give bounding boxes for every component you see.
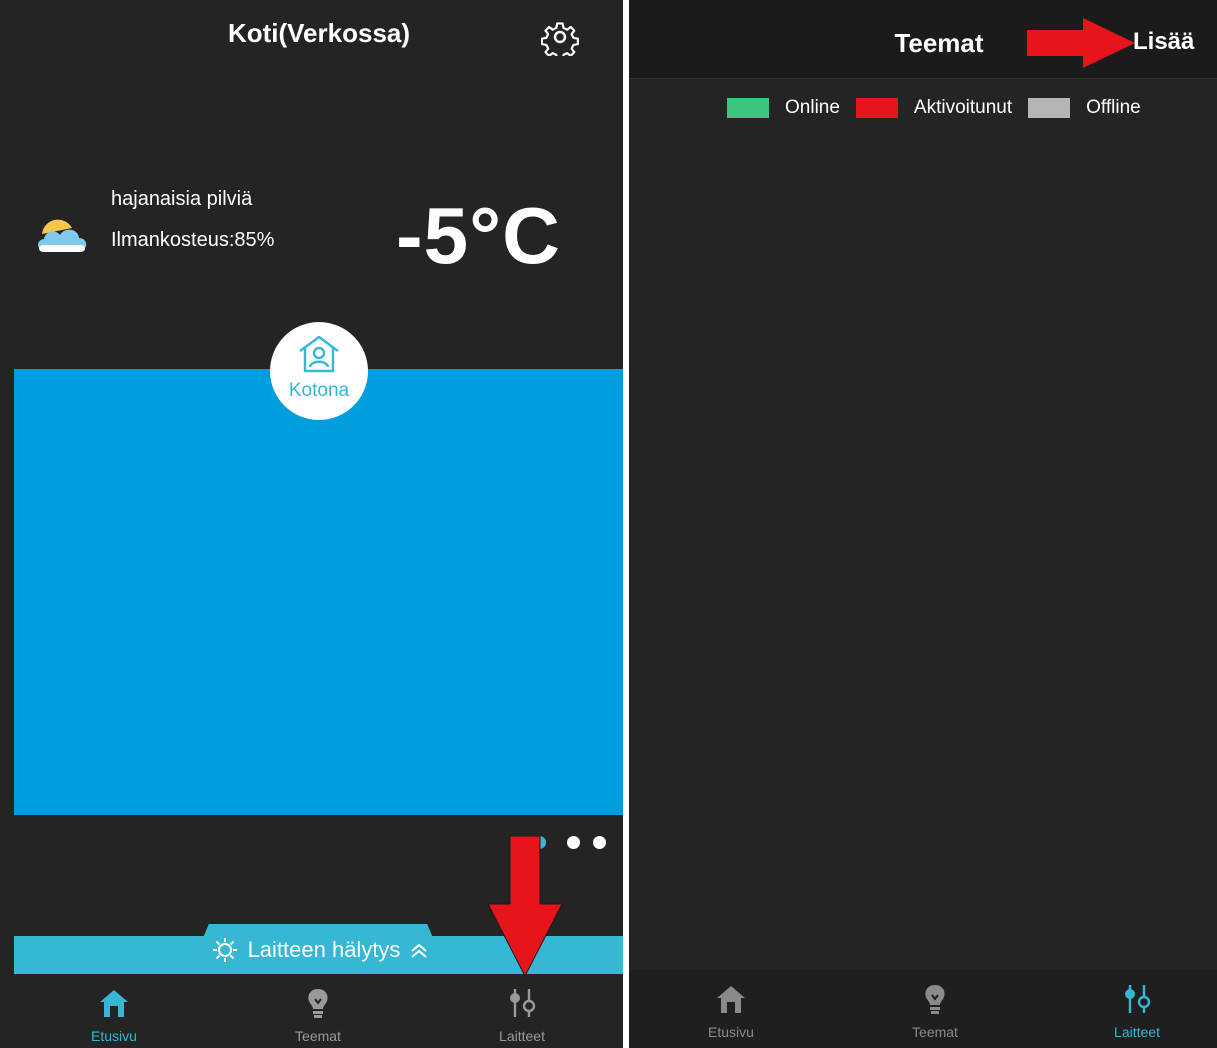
temperature: -5°C xyxy=(396,191,561,280)
nav-item-home[interactable]: Etusivu xyxy=(44,980,184,1044)
carousel-dot[interactable] xyxy=(593,836,606,849)
partly-cloudy-icon xyxy=(38,219,87,252)
lightbulb-icon xyxy=(308,989,328,1018)
themes-screen: Teemat Lisää Online Aktivoitunut Offline… xyxy=(629,0,1217,1048)
nav-label: Teemat xyxy=(912,1024,958,1040)
sliders-icon xyxy=(510,989,536,1017)
annotation-arrow-down xyxy=(488,836,562,976)
page-title: Teemat xyxy=(894,28,984,58)
status-legend: Online Aktivoitunut Offline xyxy=(727,96,1157,120)
home-person-icon xyxy=(299,335,339,373)
home-icon xyxy=(100,990,128,1017)
home-icon xyxy=(717,986,745,1013)
sliders-icon xyxy=(1125,985,1151,1013)
nav-label: Teemat xyxy=(295,1028,341,1044)
carousel-dot[interactable] xyxy=(567,836,580,849)
annotation-arrow-right xyxy=(1027,18,1135,68)
bottom-nav: Etusivu Teemat Laitteet xyxy=(629,970,1217,1048)
home-screen: Koti(Verkossa) hajanaisia pilviä Ilmanko… xyxy=(0,0,623,1048)
nav-label: Laitteet xyxy=(1114,1024,1160,1040)
nav-label: Laitteet xyxy=(499,1028,545,1044)
weather-humidity: Ilmankosteus:85% xyxy=(111,229,275,251)
gear-icon[interactable] xyxy=(541,18,579,56)
weather-description: hajanaisia pilviä xyxy=(111,188,253,210)
alarm-label: Laitteen hälytys xyxy=(247,937,401,962)
nav-item-themes[interactable]: Teemat xyxy=(248,980,388,1044)
alarm-toggle[interactable]: Laitteen hälytys xyxy=(190,930,450,970)
nav-item-themes[interactable]: Teemat xyxy=(865,976,1005,1040)
add-button[interactable]: Lisää xyxy=(1133,28,1194,56)
bulb-ray-icon xyxy=(212,938,237,962)
mode-panel[interactable] xyxy=(14,369,623,815)
nav-item-home[interactable]: Etusivu xyxy=(661,976,801,1040)
legend-swatch-activated xyxy=(855,98,898,118)
nav-item-devices[interactable]: Laitteet xyxy=(1067,976,1207,1040)
mode-label: Kotona xyxy=(288,380,350,401)
chevron-up-icon xyxy=(411,943,428,958)
home-title: Koti(Verkossa) xyxy=(227,18,411,48)
legend-swatch-online xyxy=(727,98,769,118)
legend-label-offline: Offline xyxy=(1086,97,1141,118)
lightbulb-icon xyxy=(925,985,945,1014)
legend-swatch-offline xyxy=(1028,98,1071,118)
bottom-nav: Etusivu Teemat Laitteet xyxy=(14,974,623,1048)
nav-label: Etusivu xyxy=(708,1024,754,1040)
nav-label: Etusivu xyxy=(91,1028,137,1044)
themes-header: Teemat Lisää xyxy=(629,0,1217,79)
legend-label-online: Online xyxy=(785,97,840,118)
legend-label-activated: Aktivoitunut xyxy=(913,97,1013,118)
nav-item-devices[interactable]: Laitteet xyxy=(452,980,592,1044)
